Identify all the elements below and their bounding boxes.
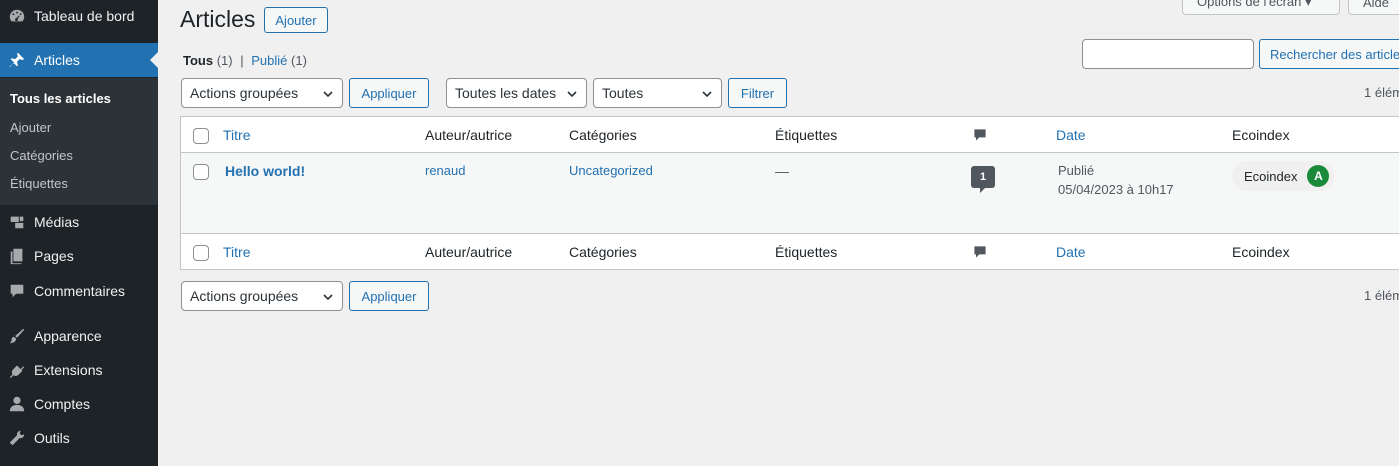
column-author-footer: Auteur/autrice xyxy=(425,244,513,260)
post-category-link[interactable]: Uncategorized xyxy=(569,163,653,178)
table-footer: Titre Auteur/autrice Catégories Étiquett… xyxy=(181,233,1399,269)
search-button[interactable]: Rechercher des articles xyxy=(1259,39,1399,69)
column-author-header: Auteur/autrice xyxy=(425,127,513,143)
ecoindex-grade: A xyxy=(1307,165,1330,187)
screen-options-button[interactable]: Options de l'écran ▾ xyxy=(1182,0,1340,15)
posts-table: Titre Auteur/autrice Catégories Étiquett… xyxy=(180,116,1399,270)
bulk-actions-value: Actions groupées xyxy=(190,85,299,101)
post-status-views: Tous (1) | Publié (1) xyxy=(183,53,307,68)
column-tags-header: Étiquettes xyxy=(775,127,838,143)
ecoindex-badge[interactable]: Ecoindex A xyxy=(1232,161,1336,191)
dashboard-icon xyxy=(0,7,34,25)
sidebar-item-label: Comptes xyxy=(34,396,91,412)
comments-column-icon xyxy=(972,127,988,146)
column-ecoindex-footer: Ecoindex xyxy=(1232,244,1290,260)
sidebar-item-articles[interactable]: Articles xyxy=(0,43,158,77)
table-row: Hello world! renaud Uncategorized — 1 Pu… xyxy=(181,153,1399,233)
column-categories-header: Catégories xyxy=(569,127,637,143)
sidebar-item-extensions[interactable]: Extensions xyxy=(0,353,158,387)
bulk-actions-select-top[interactable]: Actions groupées xyxy=(181,78,343,108)
sidebar-item-pages[interactable]: Pages xyxy=(0,239,158,273)
admin-sidebar: Tableau de bord Articles Tous les articl… xyxy=(0,0,158,466)
post-author-link[interactable]: renaud xyxy=(425,163,465,178)
post-date: 05/04/2023 à 10h17 xyxy=(1058,182,1174,197)
sidebar-item-label: Articles xyxy=(34,52,80,68)
table-header: Titre Auteur/autrice Catégories Étiquett… xyxy=(181,117,1399,153)
items-count-top: 1 élément xyxy=(1364,85,1399,100)
sidebar-item-label: Médias xyxy=(34,214,80,230)
ecoindex-label: Ecoindex xyxy=(1244,168,1298,184)
submenu-item-add[interactable]: Ajouter xyxy=(10,120,51,135)
chevron-down-icon xyxy=(323,294,333,301)
sidebar-item-label: Tableau de bord xyxy=(34,8,135,24)
post-tags-value: — xyxy=(775,163,789,179)
submenu-item-tags[interactable]: Étiquettes xyxy=(10,176,68,191)
column-title-footer[interactable]: Titre xyxy=(223,244,250,260)
user-icon xyxy=(0,395,34,413)
pages-icon xyxy=(0,247,34,265)
search-input[interactable] xyxy=(1082,39,1254,69)
sidebar-item-comments[interactable]: Commentaires xyxy=(0,274,158,308)
comments-column-icon xyxy=(972,244,988,263)
filter-button[interactable]: Filtrer xyxy=(728,78,787,108)
chevron-down-icon xyxy=(323,91,333,98)
sidebar-item-label: Commentaires xyxy=(34,283,126,299)
comment-icon xyxy=(0,282,34,300)
media-icon xyxy=(0,213,34,231)
pin-icon xyxy=(0,51,34,69)
chevron-down-icon xyxy=(567,91,577,98)
view-all-count: (1) xyxy=(216,53,233,68)
row-checkbox[interactable] xyxy=(193,164,209,180)
post-title-link[interactable]: Hello world! xyxy=(225,163,305,179)
view-separator: | xyxy=(240,53,244,68)
sidebar-item-label: Extensions xyxy=(34,362,103,378)
chevron-down-icon xyxy=(702,91,712,98)
view-published-count: (1) xyxy=(291,53,307,68)
sidebar-item-dashboard[interactable]: Tableau de bord xyxy=(0,0,158,33)
help-button[interactable]: Aide xyxy=(1348,0,1399,15)
sidebar-item-label: Outils xyxy=(34,430,70,446)
sidebar-item-label: Apparence xyxy=(34,328,102,344)
bulk-actions-value: Actions groupées xyxy=(190,288,299,304)
column-date-footer[interactable]: Date xyxy=(1056,244,1086,260)
plugin-icon xyxy=(0,361,34,379)
sidebar-item-label: Pages xyxy=(34,248,74,264)
view-published[interactable]: Publié xyxy=(251,53,287,68)
sidebar-item-tools[interactable]: Outils xyxy=(0,421,158,455)
category-filter-value: Toutes xyxy=(602,85,644,101)
brush-icon xyxy=(0,327,34,345)
category-filter-select[interactable]: Toutes xyxy=(593,78,722,108)
view-all[interactable]: Tous xyxy=(183,53,213,68)
column-ecoindex-header: Ecoindex xyxy=(1232,127,1290,143)
column-date-header[interactable]: Date xyxy=(1056,127,1086,143)
submenu-item-all-articles[interactable]: Tous les articles xyxy=(10,91,111,106)
apply-button-top[interactable]: Appliquer xyxy=(349,78,429,108)
select-all-checkbox[interactable] xyxy=(193,128,209,144)
date-filter-value: Toutes les dates xyxy=(455,85,557,101)
page-title: Articles xyxy=(180,6,256,32)
column-title-header[interactable]: Titre xyxy=(223,127,250,143)
post-status: Publié xyxy=(1058,163,1095,178)
column-tags-footer: Étiquettes xyxy=(775,244,838,260)
apply-button-bottom[interactable]: Appliquer xyxy=(349,281,429,311)
items-count-bottom: 1 élément xyxy=(1364,288,1399,303)
submenu-item-categories[interactable]: Catégories xyxy=(10,148,73,163)
articles-submenu: Tous les articles Ajouter Catégories Éti… xyxy=(0,78,158,205)
sidebar-item-appearance[interactable]: Apparence xyxy=(0,319,158,353)
column-categories-footer: Catégories xyxy=(569,244,637,260)
bulk-actions-select-bottom[interactable]: Actions groupées xyxy=(181,281,343,311)
wrench-icon xyxy=(0,429,34,447)
sidebar-item-media[interactable]: Médias xyxy=(0,205,158,239)
select-all-checkbox-footer[interactable] xyxy=(193,245,209,261)
comment-count-bubble[interactable]: 1 xyxy=(971,166,995,193)
sidebar-item-accounts[interactable]: Comptes xyxy=(0,387,158,421)
date-filter-select[interactable]: Toutes les dates xyxy=(446,78,587,108)
add-article-button[interactable]: Ajouter xyxy=(264,7,328,33)
